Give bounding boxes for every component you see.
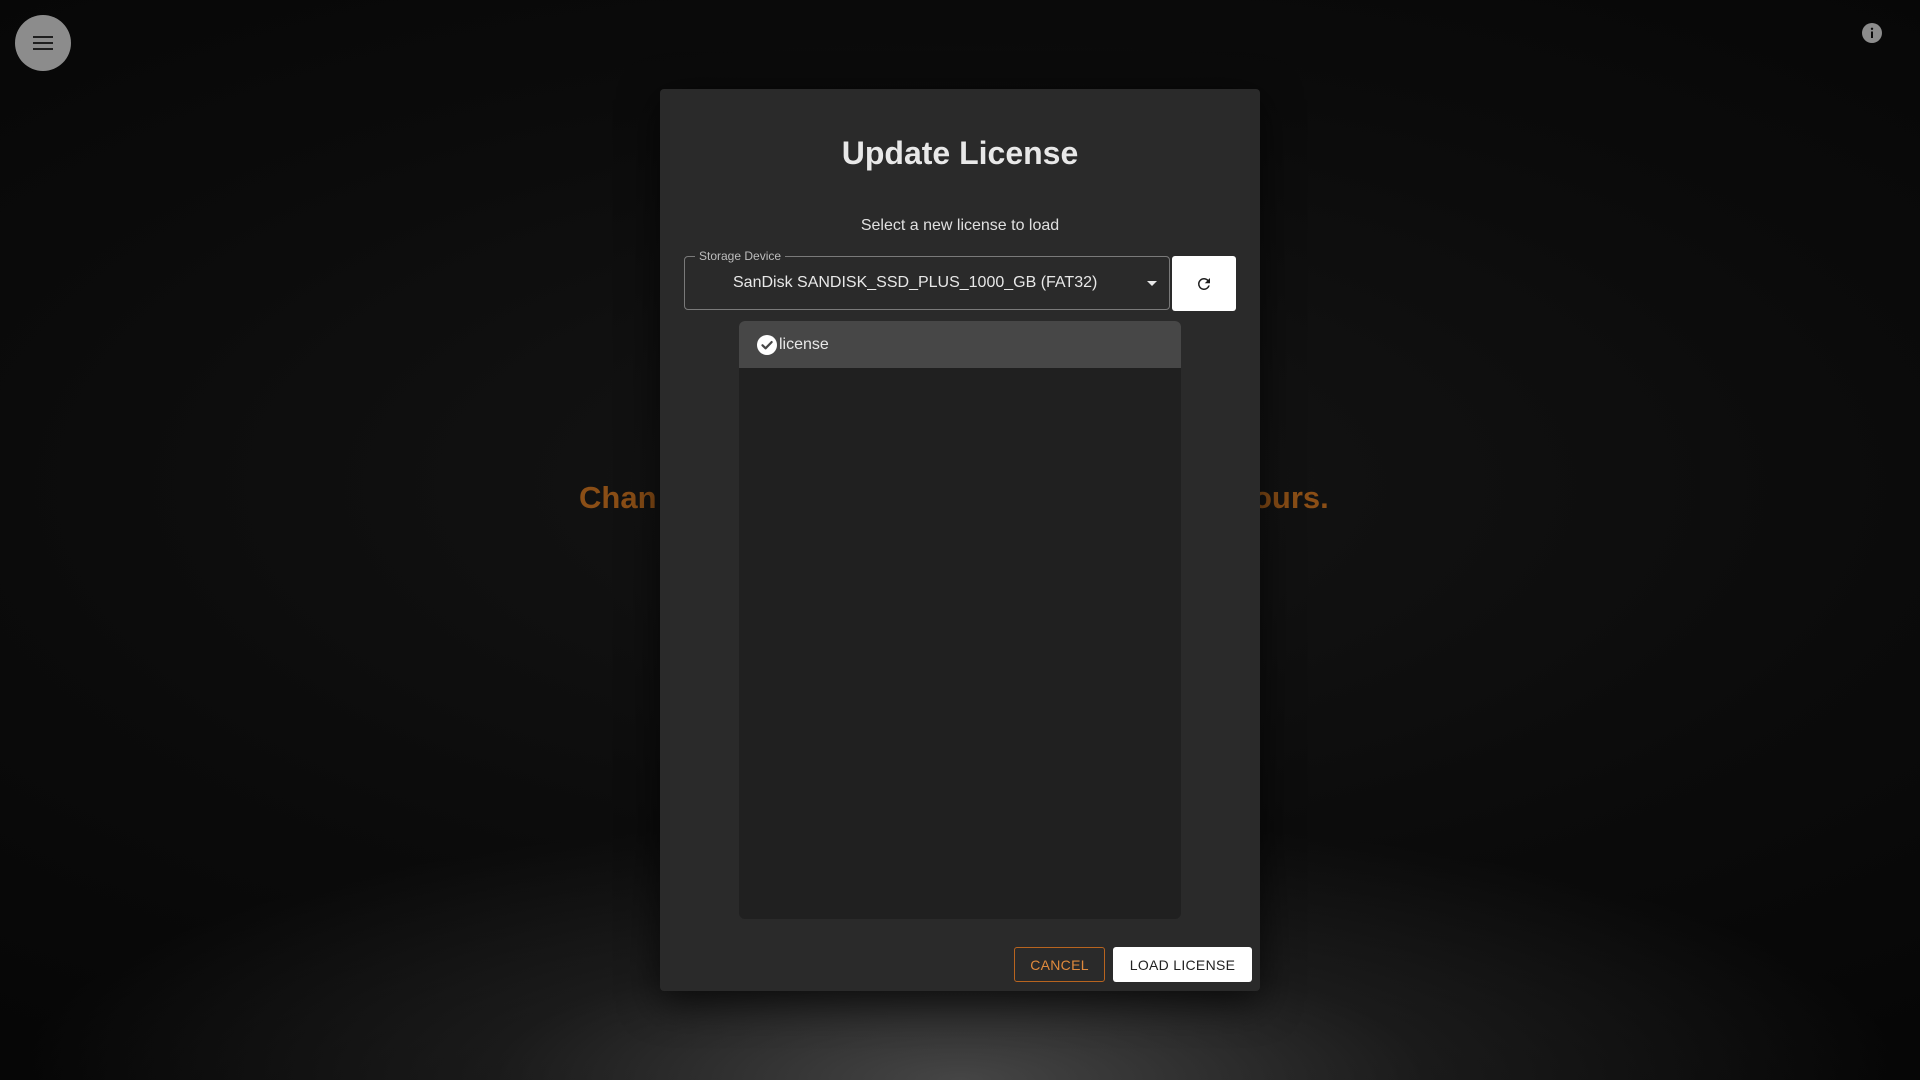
storage-device-label: Storage Device [695,249,786,263]
storage-device-value: SanDisk SANDISK_SSD_PLUS_1000_GB (FAT32) [733,274,1098,291]
refresh-icon [1197,277,1210,290]
refresh-button[interactable] [1172,256,1236,311]
cancel-button[interactable]: CANCEL [1014,947,1105,982]
check-circle-icon [757,334,777,355]
dialog-title: Update License [841,135,1079,171]
list-item-label: license [779,335,829,353]
backdrop-tagline-right: ours. [1253,480,1329,515]
info-icon[interactable] [1862,23,1882,43]
backdrop-tagline-left: Chan [579,480,657,515]
load-license-button[interactable]: LOAD LICENSE [1113,947,1252,982]
dialog-subtitle: Select a new license to load [860,217,1060,234]
dropdown-arrow-icon [1147,281,1157,286]
list-item[interactable]: license [739,321,1181,368]
license-file-list: license [739,321,1181,919]
menu-button[interactable] [15,15,71,71]
update-license-dialog: Update License Select a new license to l… [660,89,1260,991]
storage-device-select[interactable]: Storage Device SanDisk SANDISK_SSD_PLUS_… [684,249,1170,310]
hamburger-menu-icon [33,36,53,50]
